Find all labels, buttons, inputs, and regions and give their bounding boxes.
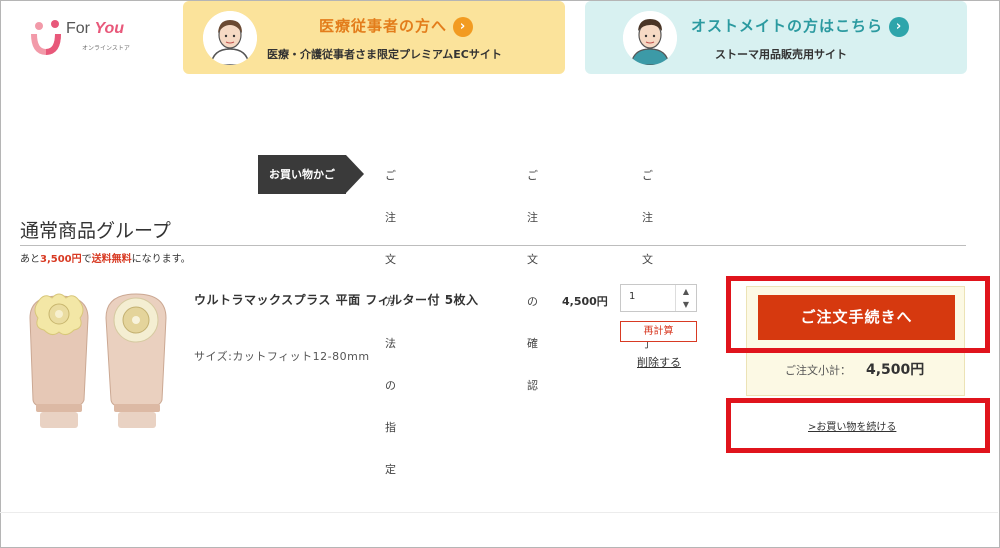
- banner-ostomate-title: オストメイトの方はこちら ›: [691, 15, 910, 37]
- banner-medical[interactable]: 医療従事者の方へ › 医療・介護従事者さま限定プレミアムECサイト: [183, 1, 565, 74]
- logo-mark-icon: [31, 20, 61, 56]
- step-order-confirm: ご注文の確認: [527, 169, 539, 392]
- divider: [20, 245, 966, 246]
- quantity-stepper[interactable]: 1 ▲ ▼: [620, 284, 697, 312]
- step-order-method: ご注文方法の指定: [385, 169, 397, 476]
- chevron-right-icon: ›: [889, 17, 910, 37]
- product-price: 4,500円: [562, 295, 608, 308]
- quantity-input[interactable]: 1: [629, 291, 635, 302]
- free-shipping-note: あと3,500円で送料無料になります。: [20, 254, 191, 265]
- product-name[interactable]: ウルトラマックスプラス 平面 フィルター付 5枚入: [194, 290, 514, 310]
- logo-brand: For You: [66, 20, 125, 37]
- man-avatar-icon: [623, 11, 677, 65]
- product-image: [22, 288, 177, 438]
- banner-medical-subtitle: 医療・介護従事者さま限定プレミアムECサイト: [267, 48, 502, 61]
- footer-divider: [0, 512, 998, 513]
- recalculate-button[interactable]: 再計算: [620, 321, 697, 342]
- decrement-icon[interactable]: ▼: [676, 298, 696, 311]
- subtotal-value: 4,500円: [866, 362, 925, 378]
- delete-link[interactable]: 削除する: [637, 354, 681, 370]
- subtotal-label: ご注文小計：: [785, 364, 851, 377]
- banner-medical-title: 医療従事者の方へ ›: [319, 15, 474, 37]
- chevron-right-icon: ›: [453, 17, 474, 37]
- group-title: 通常商品グループ: [20, 220, 171, 242]
- highlight-continue-shopping: [726, 398, 990, 453]
- product-size: サイズ:カットフィット12-80mm: [194, 350, 370, 363]
- banner-ostomate-subtitle: ストーマ用品販売用サイト: [715, 48, 847, 61]
- highlight-checkout: [726, 276, 990, 353]
- step-cart: お買い物かご: [258, 155, 364, 194]
- increment-icon[interactable]: ▲: [676, 285, 696, 298]
- logo[interactable]: For You オンラインストア: [30, 18, 140, 58]
- page-frame: [0, 0, 1000, 548]
- banner-ostomate[interactable]: オストメイトの方はこちら › ストーマ用品販売用サイト: [585, 1, 967, 74]
- nurse-avatar-icon: [203, 11, 257, 65]
- logo-subtitle: オンラインストア: [82, 45, 130, 52]
- quantity-spinner[interactable]: ▲ ▼: [675, 285, 696, 311]
